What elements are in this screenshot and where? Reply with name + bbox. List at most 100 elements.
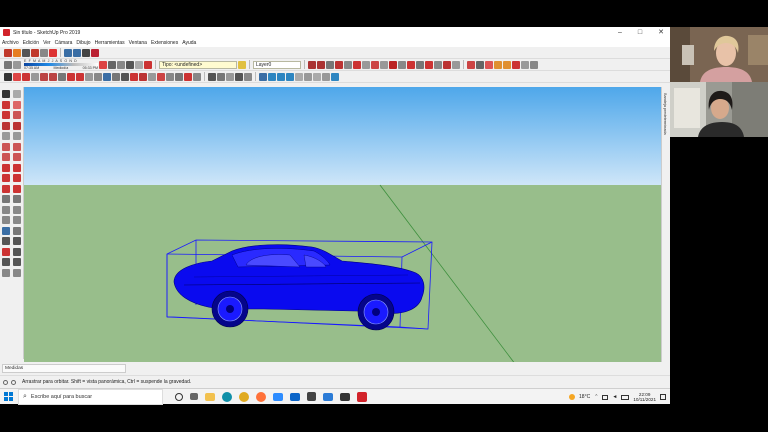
lt-rectangle-icon[interactable] — [2, 121, 10, 130]
notifications-icon[interactable] — [660, 394, 666, 400]
shadow-settings[interactable]: E F M A M J J A S O N D 07:35 AM Mediodí… — [24, 59, 98, 70]
shadow-toggle-icon[interactable] — [13, 60, 21, 69]
component-icon[interactable] — [308, 60, 316, 69]
hidden-line-icon[interactable] — [135, 60, 143, 69]
menu-archivo[interactable]: Archivo — [2, 40, 19, 46]
photo-match-icon[interactable] — [467, 60, 475, 69]
lt-walk-icon[interactable] — [13, 258, 21, 266]
lt-section-icon[interactable] — [2, 268, 10, 277]
lt-section-fill-icon[interactable] — [13, 268, 21, 277]
outer-shell-icon[interactable] — [443, 60, 451, 69]
zoom-extents-icon[interactable] — [130, 72, 138, 81]
sun-icon[interactable] — [494, 60, 502, 69]
menu-ver[interactable]: Ver — [43, 40, 51, 46]
wireframe-icon[interactable] — [126, 60, 134, 69]
lt-offset-icon[interactable] — [13, 184, 21, 193]
cortana-icon[interactable] — [175, 392, 183, 401]
lt-tape-icon[interactable] — [2, 195, 10, 203]
lt-arc-icon[interactable] — [2, 142, 10, 151]
lt-2pt-arc-icon[interactable] — [13, 142, 21, 151]
file-explorer-icon[interactable] — [205, 392, 215, 401]
3d-viewport[interactable] — [24, 87, 661, 388]
new-file-icon[interactable] — [4, 48, 12, 57]
lt-polygon-icon[interactable] — [13, 132, 21, 140]
lt-rotated-rect-icon[interactable] — [13, 121, 21, 130]
tray-chevron-icon[interactable]: ⌃ — [594, 394, 598, 400]
model-info-icon[interactable] — [91, 48, 99, 57]
mail-icon[interactable] — [290, 392, 300, 401]
offset-icon[interactable] — [85, 72, 93, 81]
section-plane-icon[interactable] — [326, 60, 334, 69]
select-icon[interactable] — [4, 72, 12, 81]
lt-followme-icon[interactable] — [13, 174, 21, 182]
lt-zoom-extents-icon[interactable] — [2, 247, 10, 256]
extension-icon[interactable] — [380, 60, 388, 69]
push-pull-icon[interactable] — [49, 72, 57, 81]
type-field[interactable]: Tipo: <undefined> — [159, 60, 237, 69]
lt-rotate-icon[interactable] — [2, 174, 10, 182]
redo-icon[interactable] — [73, 48, 81, 57]
maximize-button[interactable]: □ — [638, 28, 642, 37]
building-icon[interactable] — [226, 72, 234, 81]
solid-subtract-icon[interactable] — [416, 60, 424, 69]
default-tray[interactable]: Bandeja predeterminada — [661, 87, 670, 388]
menu-dibujo[interactable]: Dibujo — [76, 40, 90, 46]
orbit-icon[interactable] — [103, 72, 111, 81]
print-icon[interactable] — [82, 48, 90, 57]
back-view-icon[interactable] — [184, 72, 192, 81]
intersect-icon[interactable] — [452, 60, 460, 69]
style-icon[interactable] — [99, 60, 107, 69]
text-icon[interactable] — [344, 60, 352, 69]
lt-orbit-icon[interactable] — [2, 226, 10, 235]
fog-icon[interactable] — [503, 60, 511, 69]
photos-icon[interactable] — [323, 392, 333, 401]
solid-split-icon[interactable] — [434, 60, 442, 69]
copy-icon[interactable] — [40, 48, 48, 57]
lt-line-icon[interactable] — [2, 111, 10, 119]
lt-3pt-arc-icon[interactable] — [2, 153, 10, 161]
chrome-icon[interactable] — [239, 391, 249, 402]
house-outline-icon[interactable] — [217, 72, 225, 81]
cut-icon[interactable] — [31, 48, 39, 57]
lt-3dtext-icon[interactable] — [13, 216, 21, 224]
shaded-icon[interactable] — [144, 60, 152, 69]
solid-trim-icon[interactable] — [425, 60, 433, 69]
rectangle-icon[interactable] — [40, 72, 48, 81]
lt-eraser-icon[interactable] — [13, 100, 21, 109]
weather-icon[interactable] — [569, 394, 576, 400]
menu-herramientas[interactable]: Herramientas — [95, 40, 125, 46]
lt-pan-icon[interactable] — [13, 226, 21, 235]
lt-position-camera-icon[interactable] — [13, 247, 21, 256]
geo-location-icon[interactable] — [3, 379, 8, 385]
cube-right-icon[interactable] — [286, 72, 294, 81]
lt-scale-icon[interactable] — [2, 184, 10, 193]
box-icon[interactable] — [235, 72, 243, 81]
lt-select-icon[interactable] — [2, 90, 10, 98]
cube-top-icon[interactable] — [268, 72, 276, 81]
menu-edicion[interactable]: Edición — [23, 40, 39, 46]
solid-union-icon[interactable] — [407, 60, 415, 69]
start-button[interactable] — [0, 389, 16, 405]
volume-icon[interactable]: ◄ — [612, 394, 617, 400]
paint-bucket-icon[interactable] — [335, 60, 343, 69]
lt-axes-icon[interactable] — [2, 216, 10, 224]
house-icon[interactable] — [208, 72, 216, 81]
lt-zoom-window-icon[interactable] — [13, 237, 21, 245]
lt-text-icon[interactable] — [13, 205, 21, 214]
eraser-icon[interactable] — [13, 72, 21, 81]
lt-look-around-icon[interactable] — [2, 258, 10, 266]
send-layout-icon[interactable] — [389, 60, 397, 69]
lt-paint-icon[interactable] — [2, 100, 10, 109]
group-icon[interactable] — [317, 60, 325, 69]
right-view-icon[interactable] — [175, 72, 183, 81]
pan-icon[interactable] — [112, 72, 120, 81]
sandbox-icon[interactable] — [4, 60, 12, 69]
edge-icon[interactable] — [222, 391, 232, 402]
clock[interactable]: 22:09 10/11/2021 — [633, 392, 656, 402]
close-button[interactable]: ✕ — [658, 28, 664, 37]
left-view-icon[interactable] — [193, 72, 201, 81]
store-icon[interactable] — [307, 392, 316, 401]
previous-view-icon[interactable] — [139, 72, 147, 81]
xray-icon[interactable] — [108, 60, 116, 69]
warehouse-icon[interactable] — [371, 60, 379, 69]
